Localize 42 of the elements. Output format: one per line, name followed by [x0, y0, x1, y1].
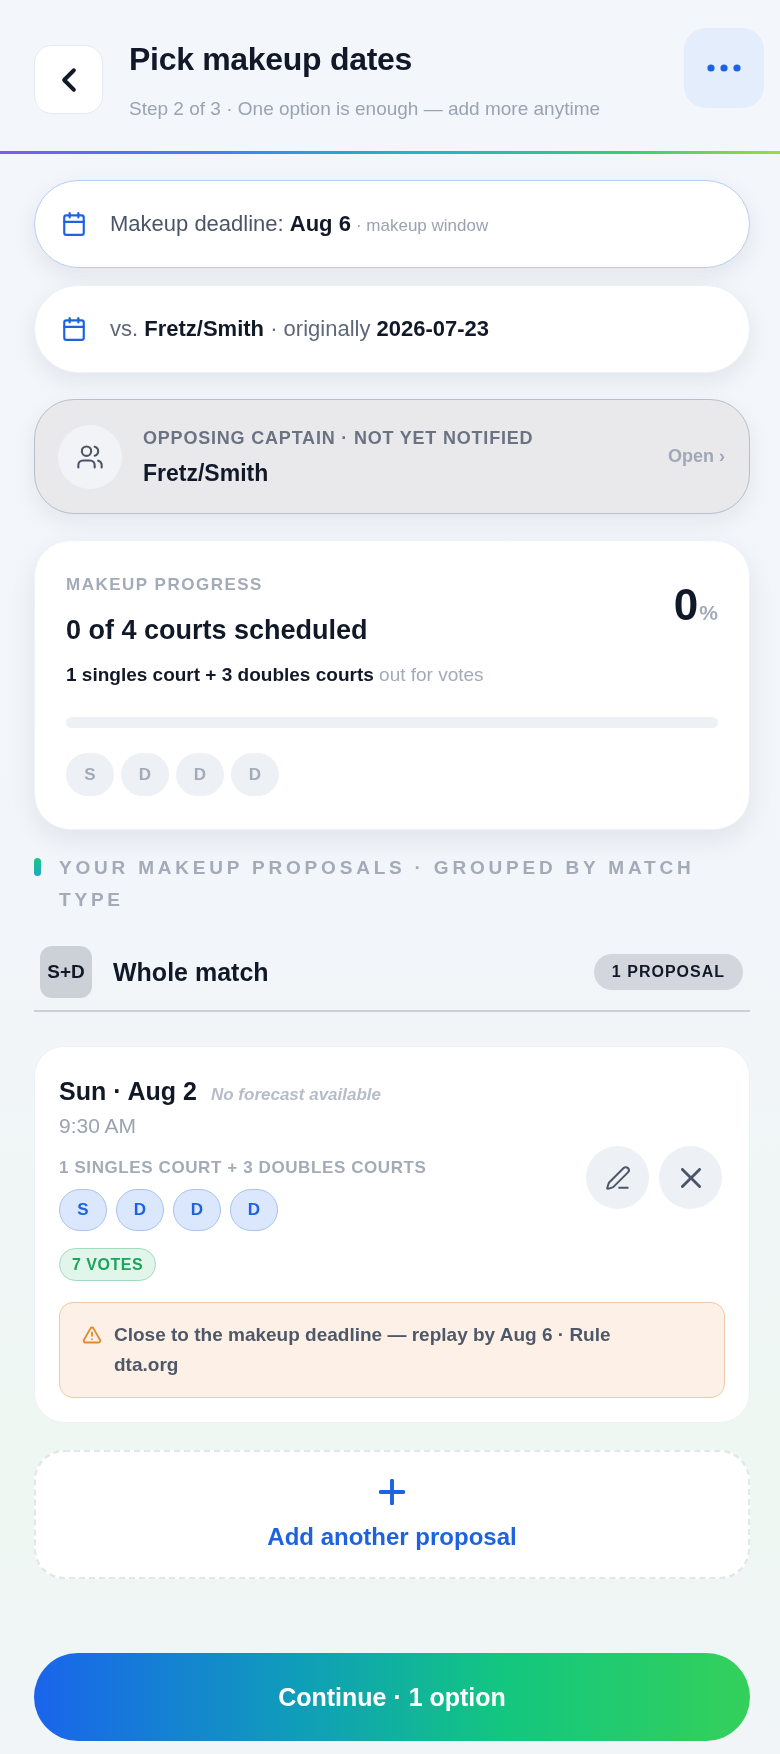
- courts-label: 1 SINGLES COURT + 3 DOUBLES COURTS: [59, 1157, 427, 1179]
- forecast-note: No forecast available: [210, 1085, 382, 1105]
- close-icon: [680, 1167, 701, 1188]
- warning-icon: [82, 1325, 102, 1345]
- warning-text: Close to the makeup deadline — replay by Aug 6 · Rule dta.org: [114, 1323, 612, 1377]
- progress-label: MAKEUP PROGRESS: [66, 574, 263, 596]
- proposal-time: 9:30 AM: [59, 1113, 137, 1139]
- court-chip: D: [230, 1189, 278, 1231]
- court-chip: D: [116, 1189, 164, 1231]
- calendar-icon: [61, 211, 87, 237]
- court-chip: D: [121, 753, 169, 796]
- progress-summary: 1 singles court + 3 doubles courts out for votes: [66, 663, 484, 687]
- match-type-badge: S+D: [40, 946, 92, 998]
- add-proposal-button[interactable]: Add another proposal: [34, 1450, 750, 1579]
- back-button[interactable]: [34, 45, 103, 114]
- more-icon: [707, 64, 741, 72]
- calendar-icon: [61, 316, 87, 342]
- court-chip: D: [176, 753, 224, 796]
- proposal-date: Sun · Aug 2: [59, 1076, 197, 1107]
- match-text: vs. Fretz/Smith · originally 2026-07-23: [110, 316, 490, 342]
- court-chip: D: [231, 753, 279, 796]
- accent-bar: [34, 858, 41, 876]
- page-title: Pick makeup dates: [129, 40, 413, 78]
- court-chip: S: [59, 1189, 107, 1231]
- court-chip: S: [66, 753, 114, 796]
- captain-label: OPPOSING CAPTAIN · NOT YET NOTIFIED: [143, 426, 534, 449]
- deadline-note: · makeup window: [355, 216, 489, 236]
- percent-sign: %: [699, 601, 718, 625]
- proposal-count-badge: 1 PROPOSAL: [593, 954, 743, 990]
- percent-value: 0: [673, 581, 699, 629]
- plus-icon: [379, 1478, 405, 1505]
- step-subtitle: Step 2 of 3 · One option is enough — add more anytime: [129, 97, 601, 121]
- court-chip: D: [173, 1189, 221, 1231]
- group-title: Whole match: [113, 957, 269, 987]
- section-title: YOUR MAKEUP PROPOSALS · GROUPED BY MATCH TYPE: [59, 856, 696, 912]
- deadline-text: Makeup deadline: Aug 6: [110, 211, 351, 237]
- captain-card[interactable]: OPPOSING CAPTAIN · NOT YET NOTIFIED Fretz/Smith Open ›: [34, 399, 750, 514]
- continue-button[interactable]: Continue · 1 option: [34, 1653, 750, 1741]
- progress-title: 0 of 4 courts scheduled: [66, 614, 368, 647]
- votes-badge: 7 VOTES: [59, 1248, 157, 1281]
- captain-name: Fretz/Smith: [143, 458, 269, 487]
- pencil-icon: [604, 1164, 631, 1191]
